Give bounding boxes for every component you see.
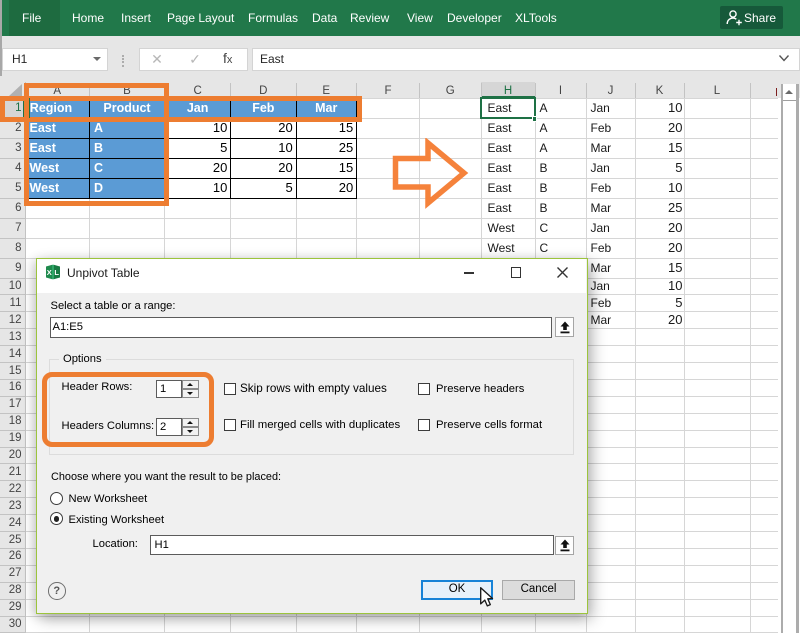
svg-text:X: X <box>47 268 52 277</box>
svg-text:L: L <box>54 268 59 277</box>
